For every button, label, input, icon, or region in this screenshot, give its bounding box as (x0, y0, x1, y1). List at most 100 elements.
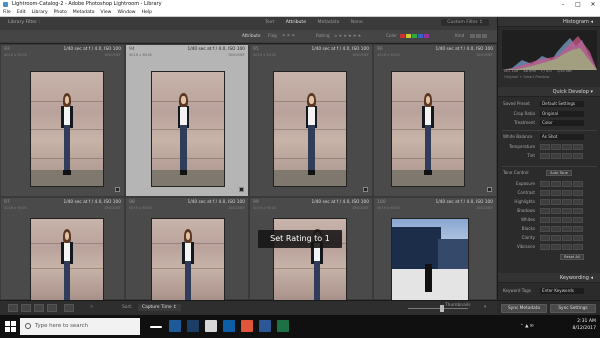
preview-status: Original + Smart Preview (504, 75, 550, 79)
shadows-buttons[interactable] (540, 208, 588, 214)
white-balance-row: White Balance As Shot (500, 133, 599, 141)
menu-window[interactable]: Window (114, 9, 138, 17)
color-yellow-swatch[interactable] (406, 34, 411, 38)
white-balance-dropdown[interactable]: As Shot (540, 134, 584, 140)
histogram-header[interactable]: Histogram ◂ (498, 17, 600, 27)
photo-thumbnail[interactable] (151, 218, 225, 301)
whites-buttons[interactable] (540, 217, 588, 223)
menu-help[interactable]: Help (139, 9, 155, 17)
library-filter-bar: Library Filter : Text Attribute Metadata… (0, 17, 497, 44)
keyword-tags-label: Keyword Tags (503, 288, 531, 293)
cell-dimensions: 4016 x 6016 (253, 53, 276, 57)
system-clock[interactable]: 2:31 AM 8/12/2017 (572, 318, 596, 332)
tab-attribute[interactable]: Attribute (286, 20, 306, 25)
menu-view[interactable]: View (98, 9, 115, 17)
edge-taskbar-icon[interactable] (223, 320, 235, 332)
temperature-buttons[interactable] (540, 144, 588, 150)
contrast-buttons[interactable] (540, 190, 588, 196)
metadata-badge-icon[interactable] (487, 187, 492, 192)
grid-view-icon[interactable] (8, 304, 18, 312)
menu-photo[interactable]: Photo (51, 9, 70, 17)
keywording-header[interactable]: Keywording ◂ (498, 273, 600, 283)
loupe-view-icon[interactable] (21, 304, 31, 312)
color-red-swatch[interactable] (400, 34, 405, 38)
sort-dropdown[interactable]: Capture Time ↕ (138, 304, 181, 311)
photo-thumbnail[interactable] (391, 71, 465, 187)
menu-file[interactable]: File (0, 9, 14, 17)
photo-thumbnail[interactable] (273, 71, 347, 187)
auto-tone-button[interactable]: Auto Tone (546, 170, 572, 176)
color-blue-swatch[interactable] (418, 34, 423, 38)
right-panel: Histogram ◂ ISO 100 48 mm f / 4.0 1/40 s… (497, 17, 600, 315)
thumbnail-size-knob[interactable] (440, 305, 444, 312)
tint-buttons[interactable] (540, 153, 588, 159)
whites-label: Whites (520, 217, 535, 222)
toolbar-menu-icon[interactable]: ▾ (484, 305, 486, 310)
reset-all-button[interactable]: Reset All (560, 254, 584, 260)
excel-taskbar-icon[interactable] (277, 320, 289, 332)
menu-edit[interactable]: Edit (14, 9, 29, 17)
grid-cell[interactable]: 97 1/40 sec at f / 4.0, ISO 100 4016 x 6… (0, 197, 125, 301)
clock-date: 8/12/2017 (572, 326, 596, 331)
photo-thumbnail[interactable] (30, 218, 104, 301)
clarity-buttons[interactable] (540, 235, 588, 241)
exposure-buttons[interactable] (540, 181, 588, 187)
keyword-tags-dropdown[interactable]: Enter Keywords (540, 288, 584, 294)
highlights-buttons[interactable] (540, 199, 588, 205)
color-purple-swatch[interactable] (424, 34, 429, 38)
treatment-dropdown[interactable]: Color (540, 120, 584, 126)
grid-cell[interactable]: 93 1/40 sec at f / 4.0, ISO 100 4016 x 6… (0, 44, 125, 197)
people-view-icon[interactable] (64, 304, 74, 312)
tab-none[interactable]: None (351, 20, 363, 25)
photo-thumbnail[interactable] (151, 71, 225, 187)
thumbnail-size-slider[interactable] (408, 308, 468, 309)
metadata-badge-icon[interactable] (115, 187, 120, 192)
grid-cell[interactable]: 98 1/40 sec at f / 4.0, ISO 100 4016 x 6… (125, 197, 249, 301)
maximize-icon[interactable]: □ (571, 0, 585, 9)
kind-virtual-icon[interactable] (476, 34, 481, 38)
menu-metadata[interactable]: Metadata (70, 9, 98, 17)
tab-metadata[interactable]: Metadata (318, 20, 340, 25)
compare-view-icon[interactable] (34, 304, 44, 312)
saved-preset-dropdown[interactable]: Default Settings (540, 101, 584, 107)
kind-video-icon[interactable] (482, 34, 487, 38)
survey-view-icon[interactable] (47, 304, 57, 312)
menu-library[interactable]: Library (29, 9, 51, 17)
grid-cell[interactable]: 99 1/40 sec at f / 4.0, ISO 100 4016 x 6… (249, 197, 373, 301)
blacks-buttons[interactable] (540, 226, 588, 232)
sync-metadata-button[interactable]: Sync Metadata (501, 304, 547, 313)
tab-text[interactable]: Text (265, 20, 274, 25)
office-taskbar-icon[interactable] (241, 320, 253, 332)
crop-ratio-dropdown[interactable]: Original (540, 111, 584, 117)
grid-cell[interactable]: 95 1/40 sec at f / 4.0, ISO 100 4016 x 6… (249, 44, 373, 197)
kind-master-icon[interactable] (470, 34, 475, 38)
grid-cell[interactable]: 100 1/40 sec at f / 4.0, ISO 100 4016 x … (373, 197, 497, 301)
word-taskbar-icon[interactable] (259, 320, 271, 332)
system-tray-icons[interactable]: ⌃ ▲ ✉ (520, 324, 534, 329)
painter-icon[interactable]: ✎ (90, 305, 94, 310)
photo-thumbnail[interactable] (30, 71, 104, 187)
close-icon[interactable]: ✕ (586, 0, 600, 9)
lightroom-taskbar-icon[interactable] (169, 320, 181, 332)
taskbar-search-input[interactable]: Type here to search (20, 318, 140, 335)
rating-stars-icon[interactable]: ≥★★★★★ (334, 30, 362, 42)
sync-settings-button[interactable]: Sync Settings (550, 304, 596, 313)
photo-thumbnail[interactable] (391, 218, 469, 301)
grid-cell[interactable]: 96 1/40 sec at f / 4.0, ISO 100 4016 x 6… (373, 44, 497, 197)
task-view-icon[interactable] (150, 326, 162, 328)
filter-preset-dropdown[interactable]: Custom Filter ↕ (441, 19, 489, 26)
minimize-icon[interactable]: – (556, 0, 570, 9)
photo-grid[interactable]: 93 1/40 sec at f / 4.0, ISO 100 4016 x 6… (0, 44, 497, 301)
explorer-taskbar-icon[interactable] (205, 320, 217, 332)
metadata-badge-icon[interactable] (239, 187, 244, 192)
vibrance-buttons[interactable] (540, 244, 588, 250)
focal-length-value: 48 mm (523, 69, 537, 73)
windows-start-icon[interactable] (5, 321, 16, 332)
cell-dimensions: 4016 x 6016 (377, 206, 400, 210)
grid-cell-selected[interactable]: 94 1/40 sec at f / 4.0, ISO 100 4016 x 6… (125, 44, 249, 197)
photoshop-taskbar-icon[interactable] (187, 320, 199, 332)
color-green-swatch[interactable] (412, 34, 417, 38)
flag-icons[interactable]: ⚑⚑⚑ (282, 30, 296, 42)
metadata-badge-icon[interactable] (363, 187, 368, 192)
quick-develop-header[interactable]: Quick Develop ▾ (498, 87, 600, 97)
